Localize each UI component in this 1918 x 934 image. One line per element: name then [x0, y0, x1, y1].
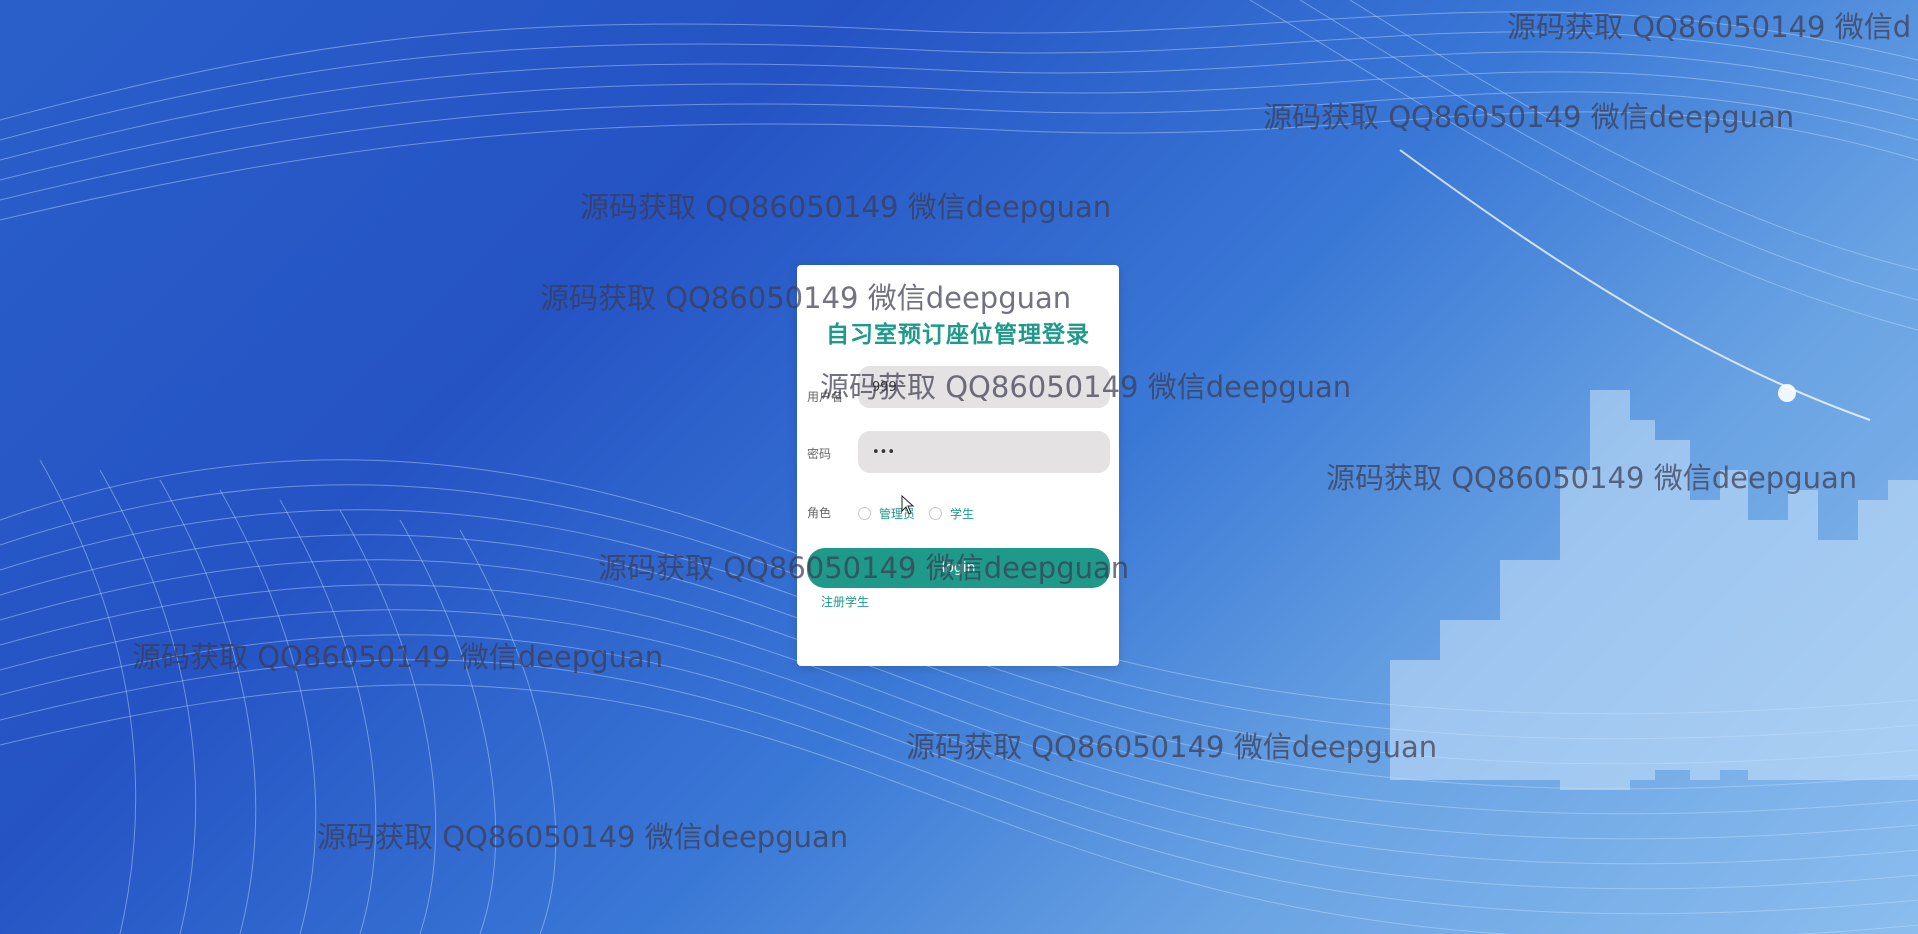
- username-input[interactable]: [858, 366, 1110, 408]
- password-input[interactable]: [858, 431, 1110, 473]
- login-card: 自习室预订座位管理登录 用户名 密码 角色 管理员 学生 login 注册学生: [797, 265, 1119, 666]
- password-label: 密码: [807, 447, 832, 461]
- login-title: 自习室预订座位管理登录: [826, 322, 1090, 348]
- register-student-link[interactable]: 注册学生: [821, 593, 869, 610]
- role-option-student[interactable]: 学生: [929, 505, 974, 522]
- role-radio-group: 管理员 学生: [858, 505, 988, 522]
- role-student-label: 学生: [950, 507, 975, 521]
- login-button[interactable]: login: [807, 548, 1110, 588]
- radio-button-admin[interactable]: [858, 507, 871, 520]
- username-label: 用户名: [807, 390, 844, 404]
- mouse-cursor-icon: [901, 495, 915, 515]
- role-label: 角色: [807, 506, 832, 520]
- radio-button-student[interactable]: [929, 507, 943, 520]
